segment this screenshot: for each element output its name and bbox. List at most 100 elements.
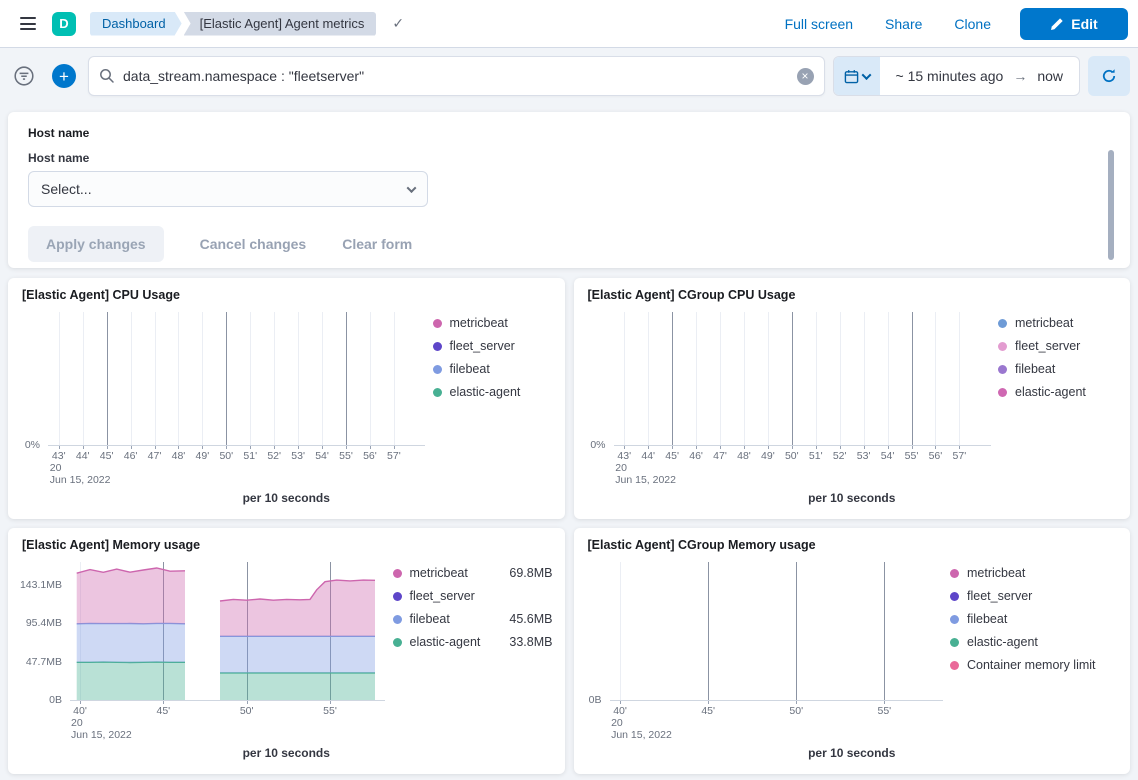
time-range-display[interactable]: ~ 15 minutes ago → now xyxy=(880,57,1079,95)
legend-item[interactable]: filebeat45.6MB xyxy=(393,612,553,626)
legend-dot xyxy=(950,592,959,601)
breadcrumb-dashboard[interactable]: Dashboard xyxy=(90,12,182,36)
panel-title[interactable]: [Elastic Agent] Memory usage xyxy=(8,528,565,554)
y-tick-label: 0B xyxy=(580,694,602,706)
x-axis-title: per 10 seconds xyxy=(8,746,565,774)
host-name-select[interactable]: Select... xyxy=(28,171,428,207)
panel-cpu-usage: [Elastic Agent] CPU Usage 43'44'45'46'47… xyxy=(8,278,565,519)
cancel-changes-button[interactable]: Cancel changes xyxy=(200,236,307,252)
legend-label: elastic-agent xyxy=(967,635,1038,649)
x-tick-label: 57' xyxy=(378,450,410,462)
legend-item[interactable]: Container memory limit xyxy=(950,658,1118,672)
share-link[interactable]: Share xyxy=(885,16,922,32)
query-bar: + × ~ 15 minutes ago → now xyxy=(0,48,1138,104)
full-screen-link[interactable]: Full screen xyxy=(785,16,853,32)
x-axis-date: Jun 15, 2022 xyxy=(611,729,672,741)
panel-title[interactable]: [Elastic Agent] CPU Usage xyxy=(8,278,565,304)
legend-item[interactable]: filebeat xyxy=(950,612,1118,626)
legend-dot xyxy=(433,365,442,374)
legend-item[interactable]: filebeat xyxy=(433,362,553,376)
refresh-button[interactable] xyxy=(1088,56,1130,96)
legend-dot xyxy=(998,388,1007,397)
apply-changes-button[interactable]: Apply changes xyxy=(28,226,164,262)
gridline xyxy=(83,312,84,445)
clear-form-button[interactable]: Clear form xyxy=(342,236,412,252)
arrow-right-icon: → xyxy=(1013,68,1027,84)
gridline xyxy=(178,312,179,445)
cgroup-memory-usage-chart[interactable]: 40'45'50'55'0B20Jun 15, 2022 xyxy=(580,554,951,746)
filter-menu-icon xyxy=(13,65,35,87)
scrollbar-thumb[interactable] xyxy=(1108,150,1114,260)
legend-dot xyxy=(998,365,1007,374)
legend-dot xyxy=(950,661,959,670)
date-picker: ~ 15 minutes ago → now xyxy=(833,56,1080,96)
clone-link[interactable]: Clone xyxy=(954,16,991,32)
gridline xyxy=(935,312,936,445)
y-tick-label: 0% xyxy=(14,439,40,451)
edit-button-label: Edit xyxy=(1071,16,1097,32)
legend-item[interactable]: elastic-agent33.8MB xyxy=(393,635,553,649)
legend-item[interactable]: fleet_server xyxy=(433,339,553,353)
gridline xyxy=(620,562,621,700)
clear-query-button[interactable]: × xyxy=(797,68,814,85)
time-from[interactable]: ~ 15 minutes ago xyxy=(896,68,1004,84)
legend: metricbeat fleet_server filebeat elastic-ag… xyxy=(950,554,1118,746)
gridline xyxy=(744,312,745,445)
legend-item[interactable]: fleet_server xyxy=(998,339,1118,353)
x-axis-line xyxy=(48,445,425,446)
legend-item[interactable]: metricbeat69.8MB xyxy=(393,566,553,580)
x-axis-date: 20 xyxy=(615,462,627,474)
gridline xyxy=(131,312,132,445)
legend-dot xyxy=(393,569,402,578)
legend-item[interactable]: metricbeat xyxy=(433,316,553,330)
legend-item[interactable]: filebeat xyxy=(998,362,1118,376)
legend-item[interactable]: metricbeat xyxy=(998,316,1118,330)
top-header: D Dashboard [Elastic Agent] Agent metric… xyxy=(0,0,1138,48)
gridline xyxy=(226,312,227,445)
gridline xyxy=(322,312,323,445)
time-to[interactable]: now xyxy=(1037,68,1063,84)
legend-item[interactable]: fleet_server xyxy=(950,589,1118,603)
legend-dot xyxy=(433,319,442,328)
add-filter-button[interactable]: + xyxy=(48,56,80,96)
gridline xyxy=(792,312,793,445)
panel-title[interactable]: [Elastic Agent] CGroup Memory usage xyxy=(574,528,1131,554)
panel-title[interactable]: [Elastic Agent] CGroup CPU Usage xyxy=(574,278,1131,304)
legend-label: filebeat xyxy=(1015,362,1055,376)
legend-dot xyxy=(998,319,1007,328)
legend-dot xyxy=(950,615,959,624)
breadcrumb: Dashboard [Elastic Agent] Agent metrics xyxy=(90,12,376,36)
filter-menu-button[interactable] xyxy=(8,56,40,96)
legend-dot xyxy=(393,615,402,624)
menu-button[interactable] xyxy=(14,10,42,38)
gridline xyxy=(840,312,841,445)
legend-item[interactable]: elastic-agent xyxy=(998,385,1118,399)
legend-item[interactable]: elastic-agent xyxy=(950,635,1118,649)
legend-value: 33.8MB xyxy=(495,635,552,649)
memory-usage-chart[interactable]: 40'45'50'55'143.1MB95.4MB47.7MB0B20Jun 1… xyxy=(14,554,393,746)
area-filebeat xyxy=(77,623,185,662)
gridline xyxy=(394,312,395,445)
gridline xyxy=(768,312,769,445)
panel-cgroup-memory-usage: [Elastic Agent] CGroup Memory usage 40'4… xyxy=(574,528,1131,774)
cgroup-cpu-usage-chart[interactable]: 43'44'45'46'47'48'49'50'51'52'53'54'55'5… xyxy=(580,304,999,491)
date-picker-button[interactable] xyxy=(834,57,880,95)
host-name-select-value: Select... xyxy=(41,181,92,197)
legend-item[interactable]: metricbeat xyxy=(950,566,1118,580)
gridline xyxy=(864,312,865,445)
x-tick-label: 45' xyxy=(692,705,724,717)
area-series-layer xyxy=(14,554,393,746)
clear-icon: × xyxy=(802,69,809,83)
legend-label: elastic-agent xyxy=(450,385,521,399)
query-input[interactable] xyxy=(123,68,789,84)
chevron-down-icon xyxy=(861,70,871,80)
legend-item[interactable]: fleet_server xyxy=(393,589,553,603)
controls-panel: Host name Host name Select... Apply chan… xyxy=(8,112,1130,268)
edit-button[interactable]: Edit xyxy=(1020,8,1128,40)
legend-dot xyxy=(950,569,959,578)
legend-label: metricbeat xyxy=(1015,316,1073,330)
space-avatar[interactable]: D xyxy=(52,12,76,36)
dashboard-grid: [Elastic Agent] CPU Usage 43'44'45'46'47… xyxy=(0,268,1138,774)
cpu-usage-chart[interactable]: 43'44'45'46'47'48'49'50'51'52'53'54'55'5… xyxy=(14,304,433,491)
legend-item[interactable]: elastic-agent xyxy=(433,385,553,399)
